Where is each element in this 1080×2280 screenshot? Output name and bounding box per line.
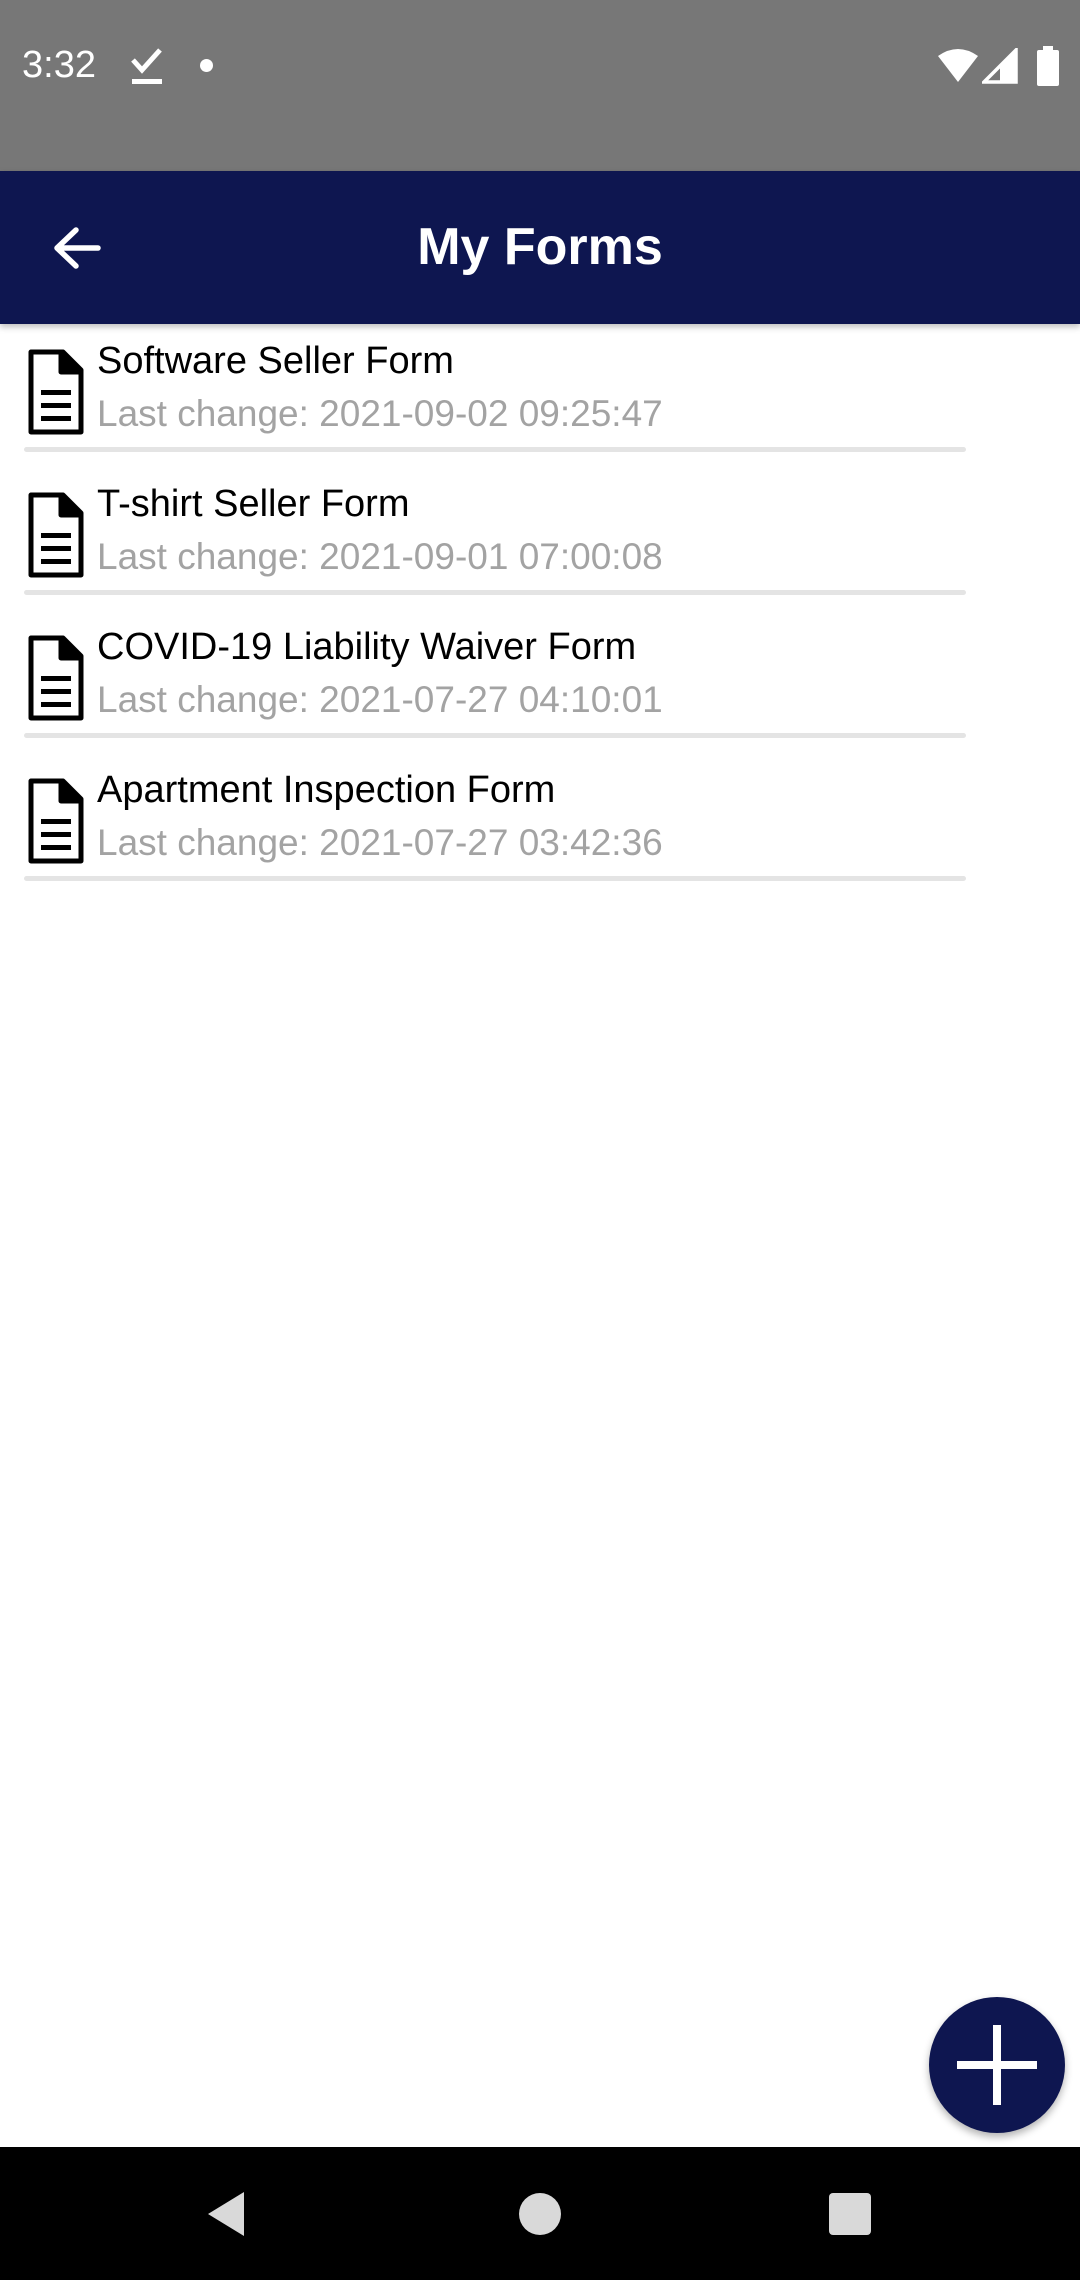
status-time: 3:32 [22,44,96,86]
form-last-change: Last change: 2021-07-27 03:42:36 [97,822,663,863]
nav-home-icon[interactable] [519,2193,561,2235]
add-form-button[interactable] [929,1997,1065,2133]
form-title: T-shirt Seller Form [97,483,410,525]
list-item[interactable]: Software Seller Form Last change: 2021-0… [0,324,1080,467]
wifi-icon [938,49,978,82]
back-button[interactable] [30,201,124,295]
notification-dot-icon [200,59,213,72]
divider [24,876,966,881]
divider [24,447,966,452]
form-last-change: Last change: 2021-09-01 07:00:08 [97,536,663,577]
list-item[interactable]: COVID-19 Liability Waiver Form Last chan… [0,610,1080,753]
form-title: Software Seller Form [97,340,454,382]
nav-back-icon[interactable] [204,2190,248,2238]
download-done-icon [131,48,162,84]
document-icon [28,349,84,435]
form-title: Apartment Inspection Form [97,769,556,811]
list-item[interactable]: T-shirt Seller Form Last change: 2021-09… [0,467,1080,610]
divider [24,590,966,595]
document-icon [28,635,84,721]
document-icon [28,778,84,864]
status-bar: 3:32 [0,0,1080,171]
navigation-bar [0,2147,1080,2280]
form-title: COVID-19 Liability Waiver Form [97,626,637,668]
form-list: Software Seller Form Last change: 2021-0… [0,324,1080,896]
signal-icon [982,48,1018,84]
document-icon [28,492,84,578]
form-last-change: Last change: 2021-07-27 04:10:01 [97,679,663,720]
list-item[interactable]: Apartment Inspection Form Last change: 2… [0,753,1080,896]
page-title: My Forms [417,218,663,276]
app-bar: My Forms [0,171,1080,324]
battery-icon [1037,46,1059,86]
form-last-change: Last change: 2021-09-02 09:25:47 [97,393,663,434]
arrow-back-icon [54,227,101,269]
divider [24,733,966,738]
screen: 3:32 My Forms Software Seller Form Last … [0,0,1080,2280]
plus-icon [957,2025,1037,2105]
nav-recents-icon[interactable] [829,2193,871,2235]
